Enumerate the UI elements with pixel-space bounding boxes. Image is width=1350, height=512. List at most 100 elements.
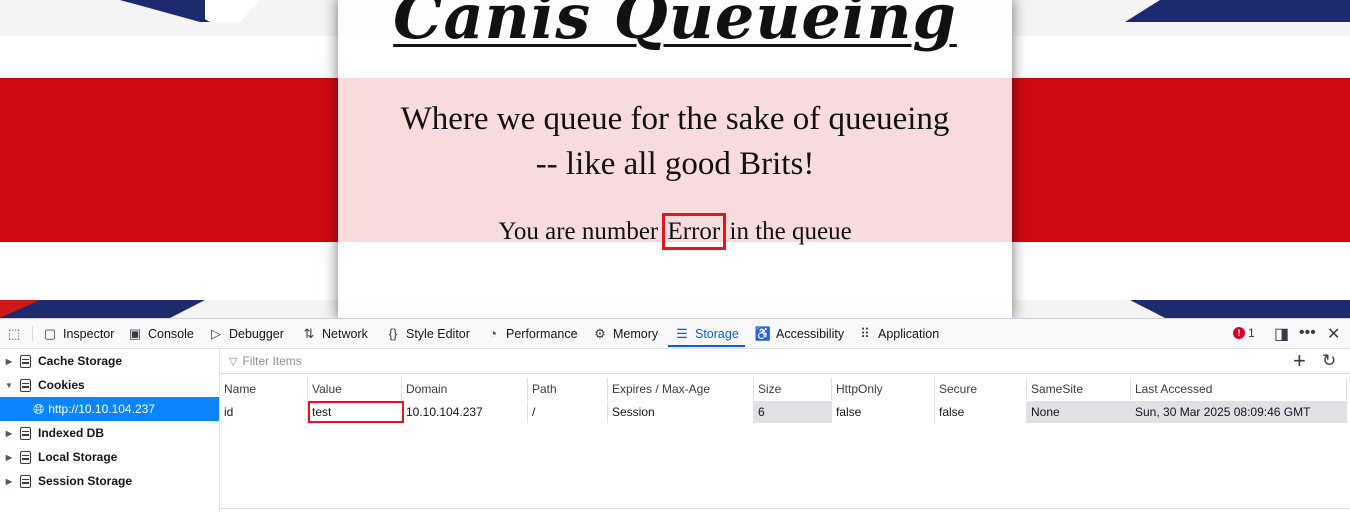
queue-prefix: You are number [498, 218, 659, 245]
queue-number: Error [661, 213, 727, 250]
sidebar-item-local-storage[interactable]: ▶ Local Storage [0, 445, 219, 469]
sidebar-item-label: Local Storage [38, 450, 118, 464]
tagline-line-2: -- like all good Brits! [535, 146, 815, 182]
filter-input[interactable] [240, 353, 645, 369]
expand-arrow-icon[interactable]: ▶ [2, 477, 16, 486]
tab-label: Debugger [229, 326, 284, 341]
inspector-icon: ▢ [43, 325, 57, 341]
console-icon: ▣ [128, 325, 142, 341]
tab-style-editor[interactable]: {} Style Editor [385, 319, 470, 348]
column-header[interactable]: Value [308, 378, 402, 400]
column-header[interactable]: Secure [935, 378, 1027, 400]
cookie-last-accessed-cell: Sun, 30 Mar 2025 08:09:46 GMT [1131, 401, 1347, 423]
column-header[interactable]: Last Accessed [1131, 378, 1347, 400]
filter-icon: ▽ [229, 355, 238, 368]
page-viewport: Canis Queueing Where we queue for the sa… [0, 0, 1350, 318]
tab-performance[interactable]: ◔ Performance [485, 319, 578, 348]
column-header[interactable]: Expires / Max-Age [608, 378, 754, 400]
column-header[interactable]: Name [220, 378, 308, 400]
debugger-icon: ▷ [211, 325, 221, 341]
toolbar-divider [32, 326, 33, 341]
dock-side-icon[interactable]: ◨ [1274, 324, 1289, 344]
column-header[interactable]: Path [528, 378, 608, 400]
cookie-value-cell[interactable]: test [308, 401, 404, 423]
tab-application[interactable]: ⠿ Application [857, 319, 939, 348]
queue-suffix: in the queue [729, 218, 852, 245]
database-icon [20, 354, 31, 368]
database-icon [20, 450, 31, 464]
sidebar-item-label: Cookies [38, 378, 85, 392]
expand-arrow-icon[interactable]: ▶ [2, 357, 16, 366]
error-icon: ! [1233, 327, 1245, 339]
column-header[interactable]: HttpOnly [832, 378, 935, 400]
sidebar-item-label: http://10.10.104.237 [48, 402, 155, 416]
queue-status: You are number Error in the queue [338, 213, 1012, 250]
content-card: Canis Queueing Where we queue for the sa… [338, 0, 1012, 318]
tab-label: Memory [613, 326, 659, 341]
tab-memory[interactable]: ⚙ Memory [592, 319, 658, 348]
tab-label: Application [878, 326, 940, 341]
column-header[interactable]: Size [754, 378, 832, 400]
column-header[interactable]: SameSite [1027, 378, 1131, 400]
cookie-path-cell[interactable]: / [528, 401, 608, 423]
expand-arrow-icon[interactable]: ▶ [2, 429, 16, 438]
devtools-panel: ⬚ ▢ Inspector ▣ Console ▷ Debugger ⇅ Network… [0, 318, 1350, 512]
cookie-name-cell[interactable]: id [220, 401, 308, 423]
page-title: Canis Queueing [393, 0, 957, 53]
cookie-domain-cell[interactable]: 10.10.104.237 [402, 401, 528, 423]
cookie-httponly-cell[interactable]: false [832, 401, 935, 423]
element-picker-icon[interactable]: ⬚ [8, 326, 24, 342]
tab-debugger[interactable]: ▷ Debugger [208, 319, 284, 348]
network-icon: ⇅ [303, 325, 315, 341]
column-header[interactable]: Domain [402, 378, 528, 400]
storage-sidebar: ▶ Cache Storage ▼ Cookies 🌐︎ http://10.1… [0, 349, 220, 512]
sidebar-item-cache-storage[interactable]: ▶ Cache Storage [0, 349, 219, 373]
tab-inspector[interactable]: ▢ Inspector [42, 319, 115, 348]
tab-network[interactable]: ⇅ Network [301, 319, 368, 348]
tab-label: Performance [506, 326, 578, 341]
sidebar-item-label: Session Storage [38, 474, 133, 488]
memory-icon: ⚙ [594, 325, 606, 341]
tab-label: Console [148, 326, 194, 341]
tab-console[interactable]: ▣ Console [127, 319, 194, 348]
tab-accessibility[interactable]: ♿ Accessibility [755, 319, 844, 348]
style-editor-icon: {} [388, 326, 398, 341]
database-icon [20, 474, 31, 488]
add-item-icon[interactable]: + [1293, 349, 1306, 373]
filter-bar: ▽ + ↻ [220, 349, 1350, 374]
tab-label: Storage [695, 326, 739, 341]
cookie-samesite-cell[interactable]: None [1027, 401, 1131, 423]
application-icon: ⠿ [860, 325, 870, 341]
sidebar-item-session-storage[interactable]: ▶ Session Storage [0, 469, 219, 493]
tab-label: Inspector [63, 326, 115, 341]
selected-tab-indicator [668, 345, 745, 347]
database-icon [20, 426, 31, 440]
cookie-expires-cell[interactable]: Session [608, 401, 754, 423]
cookie-secure-cell[interactable]: false [935, 401, 1027, 423]
table-row[interactable]: id test 10.10.104.237 / Session 6 false … [220, 401, 1350, 423]
sidebar-item-label: Indexed DB [38, 426, 105, 440]
tagline-line-1: Where we queue for the sake of queueing [400, 101, 950, 137]
more-options-icon[interactable]: ••• [1299, 324, 1316, 342]
accessibility-icon: ♿ [754, 325, 772, 341]
sidebar-item-cookies[interactable]: ▼ Cookies [0, 373, 219, 397]
tab-storage[interactable]: ☰ Storage [674, 319, 739, 348]
storage-icon: ☰ [676, 325, 688, 341]
tab-label: Network [322, 326, 368, 341]
close-icon[interactable]: ✕ [1327, 324, 1340, 344]
error-count-value: 1 [1248, 326, 1255, 340]
expand-arrow-icon[interactable]: ▶ [2, 453, 16, 462]
cookie-size-cell: 6 [754, 401, 832, 423]
database-icon [20, 378, 31, 392]
devtools-toolbar: ⬚ ▢ Inspector ▣ Console ▷ Debugger ⇅ Network… [0, 319, 1350, 349]
performance-icon: ◔ [489, 326, 497, 341]
sidebar-item-indexed-db[interactable]: ▶ Indexed DB [0, 421, 219, 445]
storage-table-pane: ▽ + ↻ Name Value Domain Path Expires / M… [220, 349, 1350, 512]
sidebar-item-cookie-host[interactable]: 🌐︎ http://10.10.104.237 [0, 397, 219, 421]
collapse-arrow-icon[interactable]: ▼ [2, 381, 16, 390]
error-count-badge[interactable]: ! 1 [1233, 326, 1255, 340]
refresh-icon[interactable]: ↻ [1322, 350, 1336, 372]
tab-label: Accessibility [776, 326, 845, 341]
pane-bottom-divider [220, 508, 1350, 509]
globe-icon: 🌐︎ [33, 400, 45, 417]
